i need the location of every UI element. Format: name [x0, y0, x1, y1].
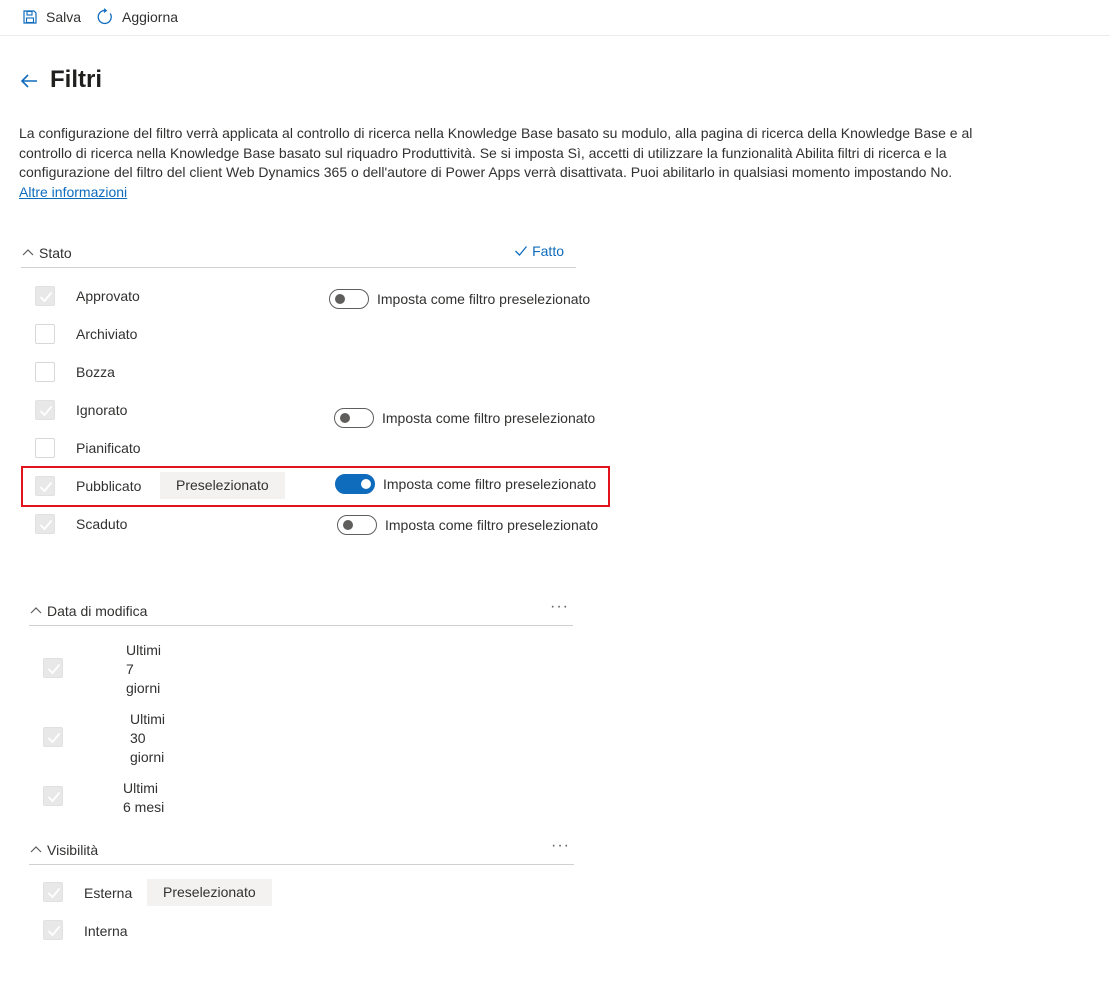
stato-collapse-toggle[interactable]: Stato — [21, 238, 72, 268]
toggle-label-pubblicato: Imposta come filtro preselezionato — [383, 476, 597, 492]
refresh-label: Aggiorna — [122, 9, 179, 25]
toggle-scaduto-preselected[interactable] — [337, 515, 377, 535]
section-header-visibilita: Visibilità ··· — [29, 835, 574, 865]
label-pianificato: Pianificato — [76, 440, 141, 456]
save-icon — [23, 10, 37, 24]
toggle-ignorato-preselected[interactable] — [334, 408, 374, 428]
save-button[interactable]: Salva — [22, 6, 81, 28]
chevron-up-icon — [30, 607, 42, 614]
description-text: La configurazione del filtro verrà appli… — [19, 125, 973, 180]
command-bar: Salva Aggiorna — [0, 0, 1110, 36]
chevron-up-icon — [30, 846, 42, 853]
checkbox-approvato[interactable] — [35, 286, 55, 306]
checkbox-esterna[interactable] — [43, 882, 63, 902]
checkbox-ultimi-7-giorni[interactable] — [43, 658, 63, 678]
toggle-label-scaduto: Imposta come filtro preselezionato — [385, 517, 599, 533]
section-header-data-modifica: Data di modifica ··· — [29, 596, 573, 626]
label-ignorato: Ignorato — [76, 402, 128, 418]
label-interna: Interna — [84, 923, 128, 939]
data-modifica-header-label: Data di modifica — [47, 603, 148, 619]
toggle-label-approvato: Imposta come filtro preselezionato — [377, 291, 591, 307]
checkbox-ultimi-6-mesi[interactable] — [43, 786, 63, 806]
page-description: La configurazione del filtro verrà appli… — [19, 124, 979, 202]
learn-more-link[interactable]: Altre informazioni — [19, 184, 127, 200]
checkbox-interna[interactable] — [43, 920, 63, 940]
back-arrow-icon[interactable] — [18, 70, 40, 92]
label-archiviato: Archiviato — [76, 326, 138, 342]
label-ultimi-7-giorni: Ultimi 7 giorni — [126, 642, 161, 696]
stato-header-label: Stato — [39, 245, 72, 261]
refresh-button[interactable]: Aggiorna — [96, 6, 178, 28]
label-esterna: Esterna — [84, 885, 133, 901]
toggle-label-ignorato: Imposta come filtro preselezionato — [382, 410, 596, 426]
chevron-up-icon — [22, 249, 34, 256]
visibilita-collapse-toggle[interactable]: Visibilità — [29, 835, 98, 865]
checkbox-ultimi-30-giorni[interactable] — [43, 727, 63, 747]
label-bozza: Bozza — [76, 364, 115, 380]
checkbox-scaduto[interactable] — [35, 514, 55, 534]
checkmark-icon — [515, 246, 528, 256]
label-ultimi-30-giorni: Ultimi 30 giorni — [130, 711, 165, 765]
checkbox-ignorato[interactable] — [35, 400, 55, 420]
checkbox-bozza[interactable] — [35, 362, 55, 382]
label-ultimi-6-mesi: Ultimi 6 mesi — [123, 780, 165, 815]
preselected-tag-pubblicato: Preselezionato — [160, 472, 285, 499]
done-button[interactable]: Fatto — [514, 243, 564, 259]
save-label: Salva — [46, 9, 82, 25]
section-header-stato: Stato Fatto — [21, 238, 576, 268]
checkbox-pianificato[interactable] — [35, 438, 55, 458]
refresh-icon — [97, 8, 112, 25]
toggle-pubblicato-preselected[interactable] — [335, 474, 375, 494]
checkbox-archiviato[interactable] — [35, 324, 55, 344]
label-pubblicato: Pubblicato — [76, 478, 142, 494]
more-options-icon[interactable]: ··· — [550, 596, 569, 618]
done-label: Fatto — [532, 243, 564, 259]
toggle-approvato-preselected[interactable] — [329, 289, 369, 309]
more-options-icon[interactable]: ··· — [551, 835, 570, 857]
label-approvato: Approvato — [76, 288, 140, 304]
visibilita-header-label: Visibilità — [47, 842, 99, 858]
data-modifica-collapse-toggle[interactable]: Data di modifica — [29, 596, 147, 626]
page-title: Filtri — [50, 66, 102, 93]
checkbox-pubblicato[interactable] — [35, 476, 55, 496]
preselected-tag-esterna: Preselezionato — [147, 879, 272, 906]
label-scaduto: Scaduto — [76, 516, 128, 532]
